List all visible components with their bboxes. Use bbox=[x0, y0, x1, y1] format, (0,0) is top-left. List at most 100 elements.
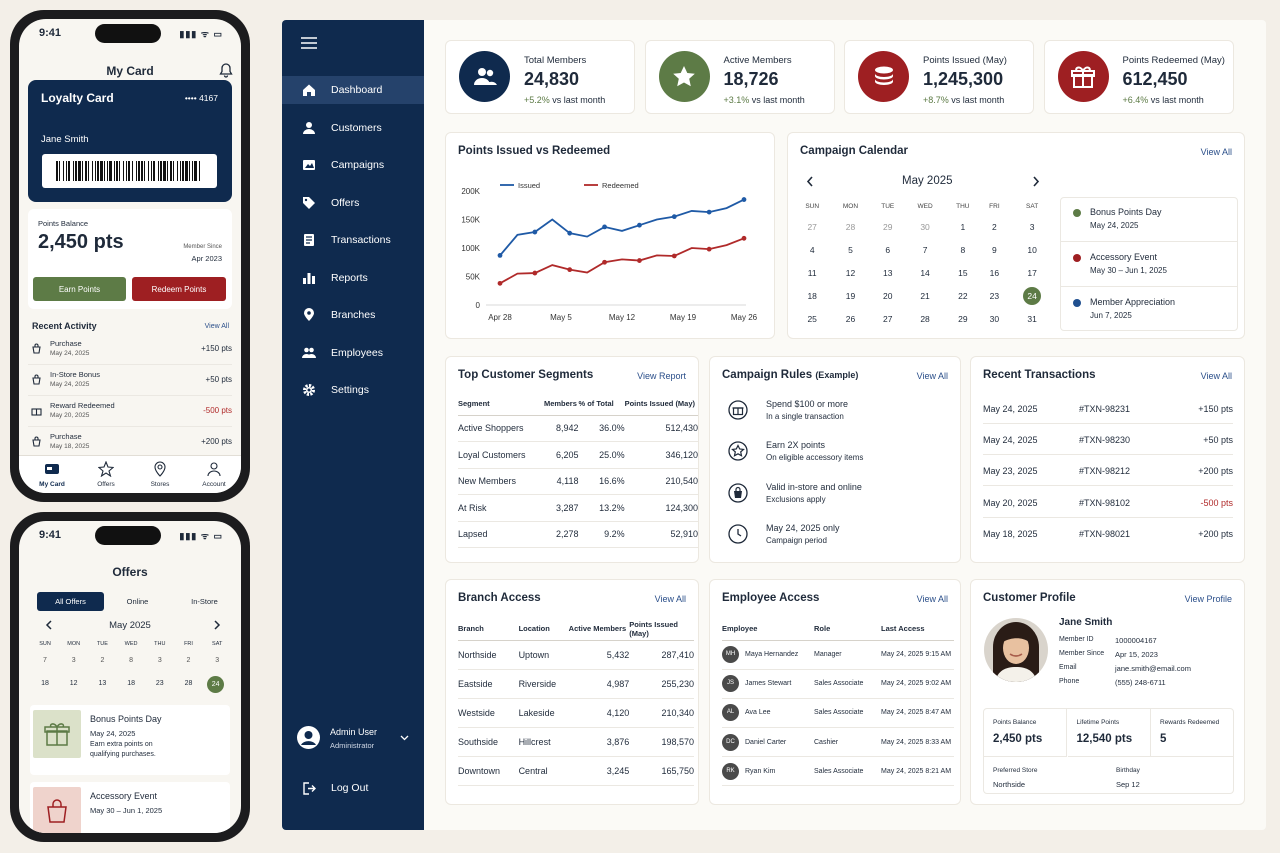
calendar-day-cell[interactable]: 17 bbox=[1008, 261, 1056, 284]
calendar-day-cell[interactable]: 16 bbox=[981, 261, 1009, 284]
chevron-down-icon[interactable] bbox=[400, 735, 409, 741]
calendar-day-cell[interactable]: 20 bbox=[871, 284, 905, 307]
calendar-day[interactable]: 8 bbox=[124, 657, 138, 664]
calendar-day-cell[interactable]: 29 bbox=[945, 307, 980, 330]
segments-view-report[interactable]: View Report bbox=[637, 371, 686, 381]
redeem-points-button[interactable]: Redeem Points bbox=[132, 277, 226, 301]
calendar-day[interactable]: 18 bbox=[38, 678, 52, 690]
offer-card[interactable]: Accessory Event May 30 – Jun 1, 2025 bbox=[30, 782, 230, 833]
calendar-day-cell[interactable]: 8 bbox=[945, 238, 980, 261]
activity-item[interactable]: Reward Redeemed May 20, 2025 -500 pts bbox=[28, 397, 232, 427]
next-month-icon[interactable] bbox=[213, 620, 221, 630]
calendar-day[interactable]: 18 bbox=[124, 678, 138, 690]
calendar-day-cell[interactable]: 9 bbox=[981, 238, 1009, 261]
menu-icon[interactable] bbox=[301, 37, 317, 49]
transactions-view-all[interactable]: View All bbox=[1201, 371, 1232, 381]
calendar-day[interactable]: 2 bbox=[95, 657, 109, 664]
tab-stores[interactable]: Stores bbox=[135, 456, 185, 493]
calendar-day[interactable]: 28 bbox=[182, 678, 196, 690]
table-row[interactable]: New Members 4,118 16.6% 210,540 bbox=[458, 468, 698, 495]
table-row[interactable]: Downtown Central 3,245 165,750 bbox=[458, 756, 694, 787]
sidebar-item-settings[interactable]: Settings bbox=[282, 376, 424, 404]
sidebar-item-branches[interactable]: Branches bbox=[282, 301, 424, 329]
table-row[interactable]: JS James Stewart Sales Associate May 24, 20… bbox=[722, 669, 954, 699]
calendar-day-cell[interactable]: 30 bbox=[905, 215, 945, 238]
calendar-day-cell[interactable]: 4 bbox=[794, 238, 830, 261]
earn-points-button[interactable]: Earn Points bbox=[33, 277, 126, 301]
sidebar-item-customers[interactable]: Customers bbox=[282, 114, 424, 142]
profile-view-profile[interactable]: View Profile bbox=[1185, 594, 1232, 604]
transaction-row[interactable]: May 24, 2025 #TXN-98230 +50 pts bbox=[983, 424, 1233, 456]
table-row[interactable]: RK Ryan Kim Sales Associate May 24, 2025 8:… bbox=[722, 756, 954, 787]
calendar-day[interactable]: 3 bbox=[67, 657, 81, 664]
loyalty-card[interactable]: Loyalty Card •••• 4167 Jane Smith bbox=[28, 80, 232, 202]
calendar-day-cell[interactable]: 24 bbox=[1008, 284, 1056, 307]
calendar-day-cell[interactable]: 15 bbox=[945, 261, 980, 284]
transaction-row[interactable]: May 20, 2025 #TXN-98102 -500 pts bbox=[983, 487, 1233, 518]
sidebar-item-employees[interactable]: Employees bbox=[282, 339, 424, 367]
calendar-event[interactable]: Bonus Points Day May 24, 2025 bbox=[1061, 198, 1237, 242]
calendar-day-cell[interactable]: 26 bbox=[830, 307, 870, 330]
table-row[interactable]: At Risk 3,287 13.2% 124,300 bbox=[458, 494, 698, 522]
tab-account[interactable]: Account bbox=[189, 456, 239, 493]
calendar-day-cell[interactable]: 23 bbox=[981, 284, 1009, 307]
calendar-day-cell[interactable]: 12 bbox=[830, 261, 870, 284]
calendar-day[interactable]: 24 bbox=[207, 676, 225, 693]
table-row[interactable]: Active Shoppers 8,942 36.0% 512,430 bbox=[458, 415, 698, 442]
table-row[interactable]: Lapsed 2,278 9.2% 52,910 bbox=[458, 521, 698, 548]
table-row[interactable]: Northside Uptown 5,432 287,410 bbox=[458, 640, 694, 670]
table-row[interactable]: Eastside Riverside 4,987 255,230 bbox=[458, 669, 694, 699]
tab-my-card[interactable]: My Card bbox=[27, 456, 77, 493]
calendar-day-cell[interactable]: 13 bbox=[871, 261, 905, 284]
table-row[interactable]: MH Maya Hernandez Manager May 24, 2025 9:15… bbox=[722, 640, 954, 670]
calendar-day[interactable]: 12 bbox=[67, 678, 81, 690]
sidebar-item-transactions[interactable]: Transactions bbox=[282, 226, 424, 254]
table-row[interactable]: Westside Lakeside 4,120 210,340 bbox=[458, 698, 694, 729]
rules-view-all[interactable]: View All bbox=[917, 371, 948, 381]
calendar-day-cell[interactable]: 27 bbox=[794, 215, 830, 238]
calendar-event[interactable]: Accessory Event May 30 – Jun 1, 2025 bbox=[1061, 243, 1237, 287]
calendar-day-cell[interactable]: 31 bbox=[1008, 307, 1056, 330]
calendar-day-cell[interactable]: 25 bbox=[794, 307, 830, 330]
calendar-day-cell[interactable]: 5 bbox=[830, 238, 870, 261]
bell-icon[interactable] bbox=[219, 63, 233, 78]
calendar-day-cell[interactable]: 30 bbox=[981, 307, 1009, 330]
calendar-day[interactable]: 3 bbox=[210, 657, 224, 664]
sidebar-item-reports[interactable]: Reports bbox=[282, 264, 424, 292]
calendar-day-cell[interactable]: 6 bbox=[871, 238, 905, 261]
table-row[interactable]: Loyal Customers 6,205 25.0% 346,120 bbox=[458, 441, 698, 469]
calendar-day-cell[interactable]: 21 bbox=[905, 284, 945, 307]
activity-item[interactable]: In-Store Bonus May 24, 2025 +50 pts bbox=[28, 366, 232, 396]
table-row[interactable]: AL Ava Lee Sales Associate May 24, 2025 8:4… bbox=[722, 698, 954, 729]
activity-item[interactable]: Purchase May 18, 2025 +200 pts bbox=[28, 428, 232, 458]
tab-offers[interactable]: Offers bbox=[81, 456, 131, 493]
sidebar-item-campaigns[interactable]: Campaigns bbox=[282, 151, 424, 179]
calendar-day-cell[interactable]: 27 bbox=[871, 307, 905, 330]
calendar-day-cell[interactable]: 28 bbox=[830, 215, 870, 238]
calendar-day-cell[interactable]: 2 bbox=[981, 215, 1009, 238]
calendar-day[interactable]: 7 bbox=[38, 657, 52, 664]
filter-all-offers[interactable]: All Offers bbox=[37, 592, 104, 611]
sidebar-item-dashboard[interactable]: Dashboard bbox=[282, 76, 424, 104]
calendar-day-cell[interactable]: 18 bbox=[794, 284, 830, 307]
next-month-icon[interactable] bbox=[1032, 176, 1040, 187]
filter-in-store[interactable]: In-Store bbox=[171, 592, 238, 611]
calendar-event[interactable]: Member Appreciation Jun 7, 2025 bbox=[1061, 288, 1237, 332]
transaction-row[interactable]: May 18, 2025 #TXN-98021 +200 pts bbox=[983, 518, 1233, 549]
table-row[interactable]: Southside Hillcrest 3,876 198,570 bbox=[458, 727, 694, 758]
branch-view-all[interactable]: View All bbox=[655, 594, 686, 604]
prev-month-icon[interactable] bbox=[806, 176, 814, 187]
offer-card[interactable]: Bonus Points Day May 24, 2025 Earn extra p… bbox=[30, 705, 230, 775]
table-row[interactable]: DC Daniel Carter Cashier May 24, 2025 8:33 … bbox=[722, 727, 954, 758]
calendar-day[interactable]: 3 bbox=[153, 657, 167, 664]
calendar-day-cell[interactable]: 11 bbox=[794, 261, 830, 284]
calendar-day-cell[interactable]: 19 bbox=[830, 284, 870, 307]
employee-view-all[interactable]: View All bbox=[917, 594, 948, 604]
calendar-day-cell[interactable]: 3 bbox=[1008, 215, 1056, 238]
transaction-row[interactable]: May 24, 2025 #TXN-98231 +150 pts bbox=[983, 393, 1233, 424]
calendar-day[interactable]: 2 bbox=[182, 657, 196, 664]
calendar-day[interactable]: 13 bbox=[95, 678, 109, 690]
calendar-day-cell[interactable]: 22 bbox=[945, 284, 980, 307]
calendar-day-cell[interactable]: 10 bbox=[1008, 238, 1056, 261]
transaction-row[interactable]: May 23, 2025 #TXN-98212 +200 pts bbox=[983, 455, 1233, 487]
